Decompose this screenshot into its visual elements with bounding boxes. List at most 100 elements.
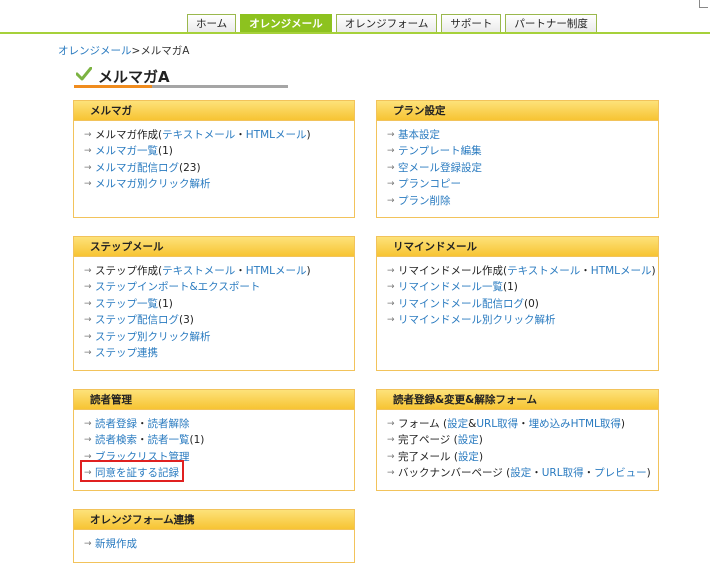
breadcrumb-current: メルマガA: [140, 45, 190, 57]
list-item: → フォーム (設定 & URL取得・埋め込みHTML取得): [387, 416, 658, 432]
item-text: ・: [531, 467, 542, 480]
item-link[interactable]: 新規作成: [95, 536, 137, 552]
list-item: → プランコピー: [387, 176, 658, 192]
list-item: → 読者登録・読者解除: [84, 416, 354, 432]
item-link[interactable]: プラン削除: [398, 193, 451, 209]
panel-header: プラン設定: [377, 101, 658, 121]
item-link[interactable]: テキストメール: [162, 263, 235, 279]
item-link[interactable]: 読者登録: [95, 416, 137, 432]
nav-tab-home[interactable]: ホーム: [187, 14, 237, 33]
list-item: → バックナンバーページ (設定・ URL取得・プレビュー): [387, 465, 658, 481]
panel-header: オレンジフォーム連携: [74, 510, 354, 530]
item-link[interactable]: ステップインポート&エクスポート: [95, 279, 260, 295]
item-text: 完了メール (: [398, 450, 458, 463]
item-text: (23): [179, 161, 201, 174]
panel-step: ステップメール → ステップ作成(テキストメール・ HTMLメール) → ステップインポ…: [73, 236, 355, 371]
nav-tab-orange-form[interactable]: オレンジフォーム: [335, 14, 438, 33]
item-link[interactable]: 基本設定: [398, 127, 440, 143]
item-link[interactable]: 設定: [458, 449, 479, 465]
item-link[interactable]: メルマガ別クリック解析: [95, 176, 211, 192]
item-text: (0): [524, 297, 539, 310]
breadcrumb-separator: >: [131, 45, 141, 57]
item-link[interactable]: URL取得: [476, 416, 518, 432]
item-link[interactable]: ステップ一覧: [95, 296, 158, 312]
item-text: ): [306, 129, 311, 141]
item-link[interactable]: 設定: [447, 416, 468, 432]
item-text: ): [620, 418, 625, 430]
list-item: → ステップインポート&エクスポート: [84, 279, 354, 295]
item-link[interactable]: URL取得: [542, 465, 584, 481]
item-link[interactable]: 読者一覧: [148, 432, 190, 448]
list-item: → プラン削除: [387, 193, 658, 209]
item-link[interactable]: 読者検索: [95, 432, 137, 448]
list-item: → メルマガ配信ログ (23): [84, 160, 354, 176]
panel-body: → フォーム (設定 & URL取得・埋め込みHTML取得) → 完了ページ (設定) → 完…: [377, 410, 658, 482]
item-link[interactable]: 設定: [510, 465, 531, 481]
checkmark-icon: [76, 67, 92, 81]
item-link[interactable]: テキストメール: [507, 263, 580, 279]
item-text: ・: [580, 265, 591, 277]
item-link[interactable]: HTMLメール: [246, 263, 307, 279]
item-link[interactable]: ステップ連携: [95, 345, 158, 361]
arrow-right-icon: →: [84, 282, 92, 293]
arrow-right-icon: →: [387, 298, 395, 309]
item-text: フォーム (: [398, 418, 448, 430]
arrow-right-icon: →: [387, 179, 395, 190]
arrow-right-icon: →: [387, 162, 395, 173]
item-link[interactable]: 埋め込みHTML取得: [529, 416, 621, 432]
list-item: → 基本設定: [387, 127, 658, 143]
item-link[interactable]: 設定: [458, 432, 479, 448]
item-link[interactable]: リマインドメール別クリック解析: [398, 312, 556, 328]
item-link[interactable]: リマインドメール一覧: [398, 279, 503, 295]
list-item: → 完了メール (設定): [387, 449, 658, 465]
arrow-right-icon: →: [387, 468, 395, 479]
panel-header: メルマガ: [74, 101, 354, 121]
panel-form: 読者登録&変更&解除フォーム → フォーム (設定 & URL取得・埋め込みHTML取…: [376, 389, 659, 491]
list-item: → テンプレート編集: [387, 143, 658, 159]
item-text: (1): [189, 434, 205, 447]
item-link[interactable]: HTMLメール: [591, 263, 652, 279]
item-link[interactable]: プレビュー: [594, 465, 647, 481]
list-item: → ステップ別クリック解析: [84, 329, 354, 345]
item-text: ・: [583, 467, 595, 480]
item-link[interactable]: HTMLメール: [246, 127, 307, 143]
item-link[interactable]: メルマガ一覧: [95, 143, 158, 159]
panel-header: 読者管理: [74, 390, 354, 410]
breadcrumb-parent-link[interactable]: オレンジメール: [58, 45, 132, 57]
item-text: &: [468, 418, 477, 430]
item-text: ): [646, 467, 651, 480]
arrow-right-icon: →: [387, 195, 395, 206]
item-text: リマインドメール作成(: [398, 265, 508, 277]
item-link[interactable]: ステップ別クリック解析: [95, 329, 211, 345]
list-item: → 空メール登録設定: [387, 160, 658, 176]
arrow-right-icon: →: [387, 146, 395, 157]
item-link[interactable]: テキストメール: [162, 127, 235, 143]
nav-divider: [0, 32, 710, 34]
arrow-right-icon: →: [84, 539, 92, 549]
item-link[interactable]: 読者解除: [148, 416, 190, 432]
page-title-block: メルマガA: [74, 64, 288, 90]
item-link[interactable]: ステップ配信ログ: [95, 312, 179, 328]
arrow-right-icon: →: [84, 179, 92, 190]
arrow-right-icon: →: [84, 315, 92, 326]
item-link[interactable]: メルマガ配信ログ: [95, 160, 179, 176]
arrow-right-icon: →: [387, 266, 395, 276]
item-text: ): [651, 265, 656, 277]
arrow-right-icon: →: [387, 130, 395, 140]
nav-tab-partner[interactable]: パートナー制度: [505, 14, 597, 33]
item-link[interactable]: 空メール登録設定: [398, 160, 482, 176]
nav-tab-support[interactable]: サポート: [441, 14, 502, 33]
arrow-right-icon: →: [387, 419, 395, 429]
item-link[interactable]: リマインドメール配信ログ: [398, 296, 524, 312]
arrow-right-icon: →: [84, 130, 92, 140]
item-link[interactable]: テンプレート編集: [398, 143, 482, 159]
item-text: ): [478, 434, 483, 447]
item-text: ・: [137, 434, 148, 447]
arrow-right-icon: →: [84, 419, 92, 429]
window-corner-icon: [699, 0, 708, 8]
list-item: → 完了ページ (設定): [387, 432, 658, 448]
item-text: ・: [235, 265, 246, 277]
item-link[interactable]: プランコピー: [398, 176, 461, 192]
item-text: ): [478, 450, 484, 463]
nav-tab-orange-mail[interactable]: オレンジメール: [240, 14, 332, 33]
